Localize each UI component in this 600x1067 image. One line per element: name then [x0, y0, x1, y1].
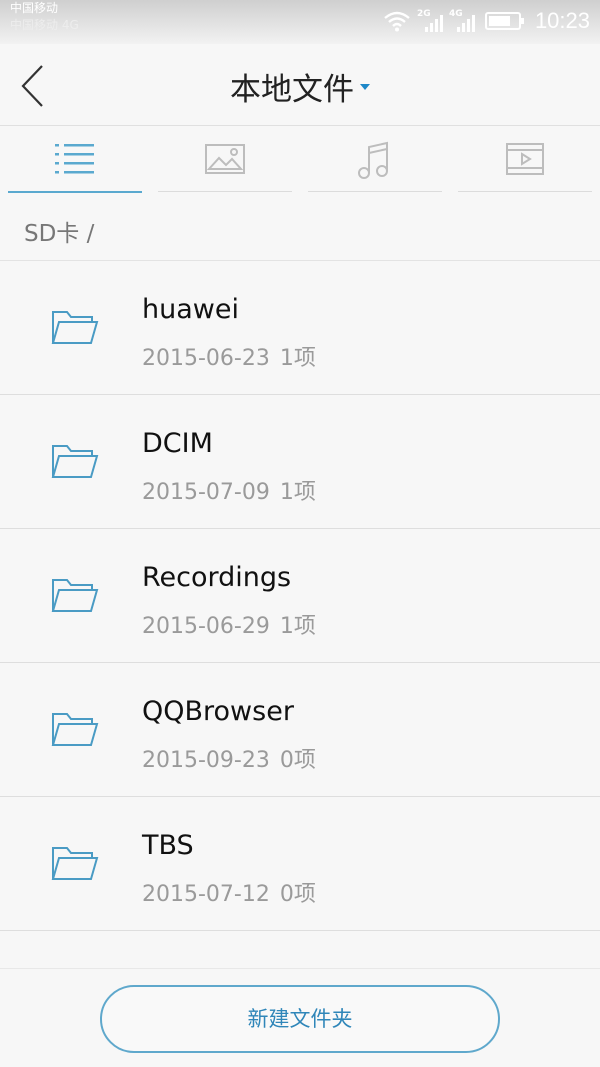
folder-icon — [51, 311, 99, 344]
folder-icon — [51, 713, 99, 746]
folder-name: Recordings — [142, 562, 292, 593]
tab-music[interactable] — [308, 127, 442, 193]
folder-icon — [51, 445, 99, 478]
folder-name: QQBrowser — [142, 696, 294, 727]
tab-video[interactable] — [458, 127, 592, 193]
folder-icon — [51, 579, 99, 612]
tab-underline — [308, 191, 442, 192]
folder-meta: 2015-07-12 0项 — [142, 876, 316, 908]
divider — [0, 968, 600, 969]
status-bar: 中国移动 中国移动 4G 2G 4G 10:23 — [0, 0, 600, 44]
folder-item-count: 1项 — [279, 614, 316, 639]
folder-meta: 2015-06-23 1项 — [142, 340, 316, 372]
tab-underline — [458, 191, 592, 192]
folder-name: TBS — [142, 830, 194, 861]
battery-icon — [484, 12, 524, 30]
status-time: 10:23 — [534, 8, 590, 33]
folder-row[interactable]: DCIM 2015-07-09 1项 — [0, 395, 600, 529]
folder-meta: 2015-06-29 1项 — [142, 608, 316, 640]
music-icon — [358, 141, 388, 179]
folder-meta: 2015-07-09 1项 — [142, 474, 316, 506]
folder-date: 2015-07-09 — [142, 480, 270, 505]
signal-2g-icon: 2G — [417, 9, 443, 32]
app-header: 本地文件 — [0, 44, 600, 126]
folder-list: huawei 2015-06-23 1项 DCIM 2015-07-09 1项 Re… — [0, 261, 600, 931]
wifi-icon — [384, 11, 410, 32]
category-tabs — [0, 127, 600, 193]
folder-row[interactable]: TBS 2015-07-12 0项 — [0, 797, 600, 931]
folder-date: 2015-09-23 — [142, 748, 270, 773]
battery-level — [488, 16, 510, 26]
tab-indicator — [8, 191, 142, 193]
folder-name: DCIM — [142, 428, 213, 459]
video-icon — [506, 143, 544, 175]
list-icon — [55, 144, 94, 174]
title-dropdown[interactable]: 本地文件 — [0, 64, 600, 109]
carrier-label-2: 中国移动 4G — [10, 18, 79, 32]
tab-underline — [158, 191, 292, 192]
folder-item-count: 0项 — [279, 748, 316, 773]
tab-images[interactable] — [158, 127, 292, 193]
tab-list[interactable] — [8, 127, 142, 193]
signal-4g-icon: 4G — [449, 9, 475, 32]
carrier-label-1: 中国移动 — [10, 1, 59, 15]
folder-name: huawei — [142, 294, 239, 325]
caret-down-icon — [360, 83, 370, 90]
folder-row[interactable]: QQBrowser 2015-09-23 0项 — [0, 663, 600, 797]
folder-item-count: 0项 — [279, 882, 316, 907]
breadcrumb[interactable]: SD卡 / — [24, 214, 94, 248]
folder-meta: 2015-09-23 0项 — [142, 742, 316, 774]
folder-row[interactable]: huawei 2015-06-23 1项 — [0, 261, 600, 395]
folder-date: 2015-06-29 — [142, 614, 270, 639]
new-folder-button[interactable]: 新建文件夹 — [100, 985, 500, 1053]
folder-icon — [51, 847, 99, 880]
folder-item-count: 1项 — [279, 480, 316, 505]
folder-item-count: 1项 — [279, 346, 316, 371]
status-icons: 2G 4G 10:23 — [383, 8, 590, 34]
folder-date: 2015-07-12 — [142, 882, 270, 907]
folder-date: 2015-06-23 — [142, 346, 270, 371]
folder-row[interactable]: Recordings 2015-06-29 1项 — [0, 529, 600, 663]
page-title: 本地文件 — [230, 72, 354, 108]
image-icon — [205, 144, 245, 174]
